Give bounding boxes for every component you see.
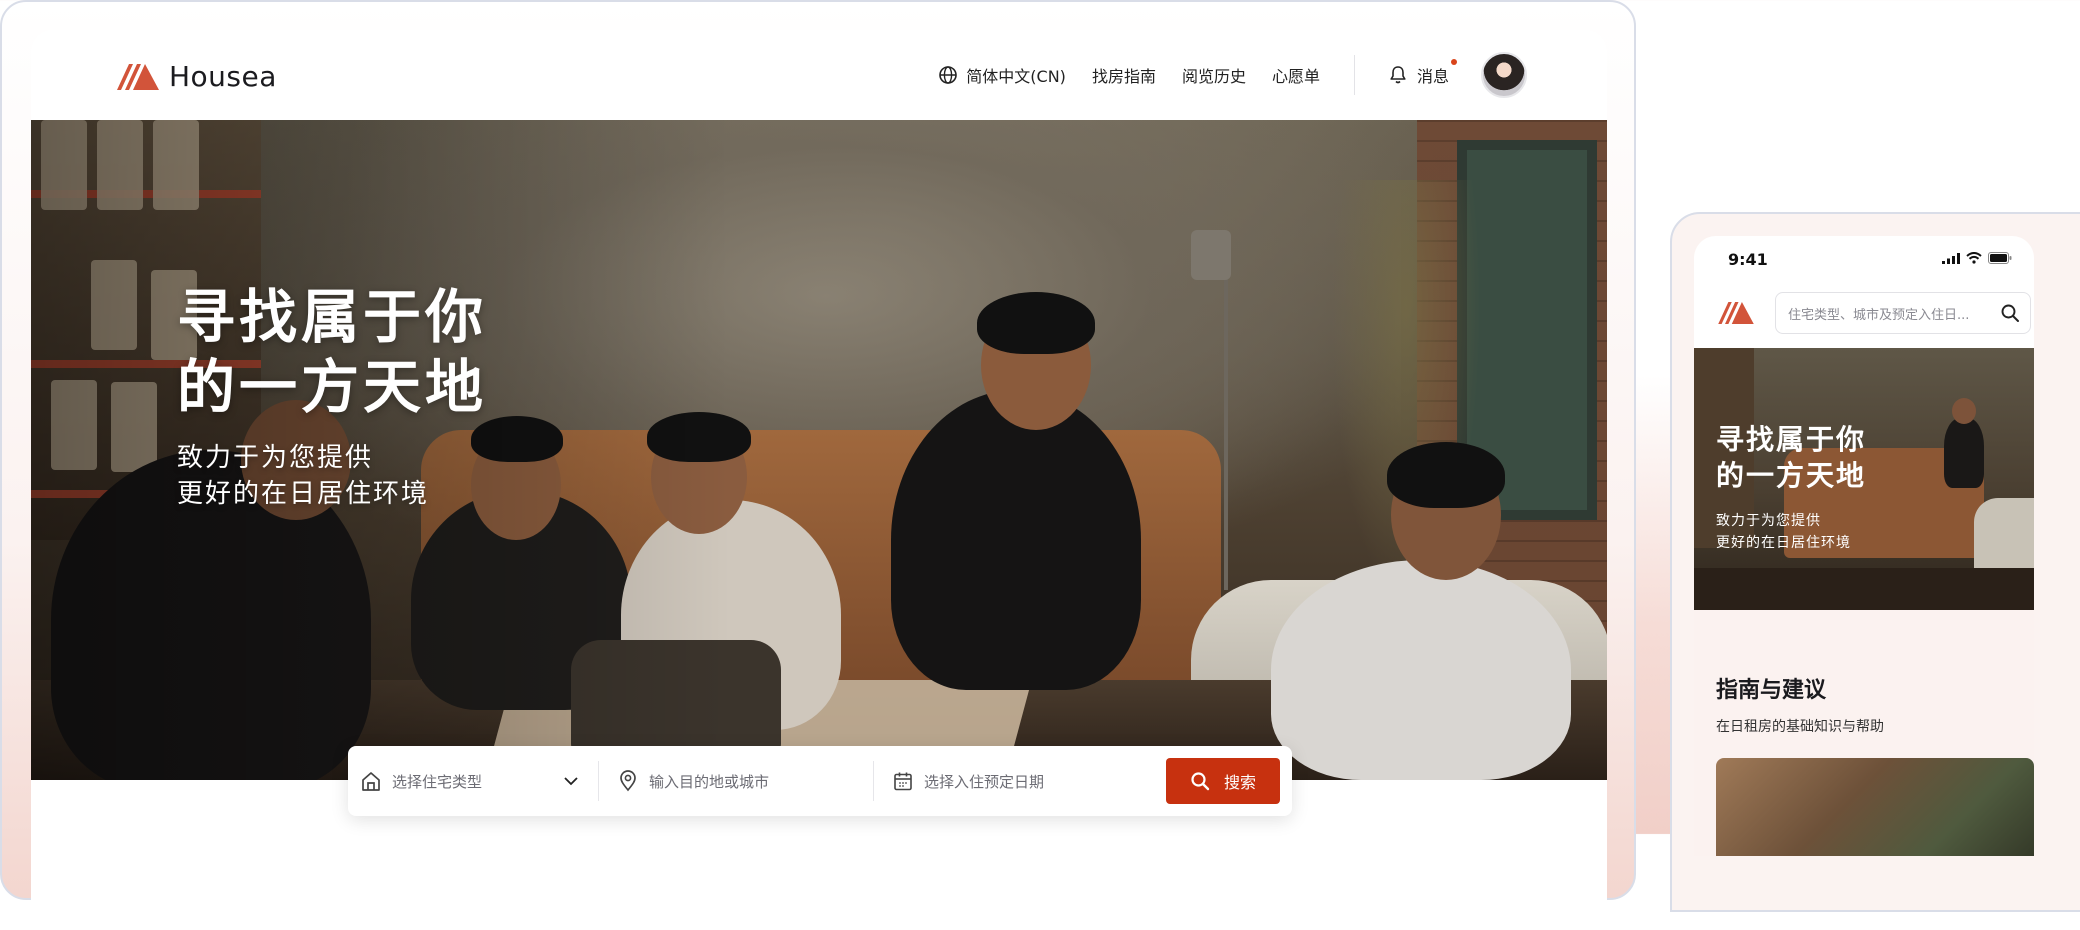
chevron-down-icon [564, 777, 578, 786]
hero-subtitle: 致力于为您提供 更好的在日居住环境 [177, 443, 430, 509]
date-placeholder: 选择入住预定日期 [924, 772, 1045, 791]
battery-icon [1988, 252, 2012, 264]
mobile-hero-title: 寻找属于你 的一方天地 [1716, 423, 1867, 492]
top-navigation-bar: Housea 简体中文(CN) 找房指南 阅览历史 心愿单 消息 [31, 30, 1607, 120]
location-pin-icon [620, 770, 636, 792]
nav-guide-link[interactable]: 找房指南 [1092, 63, 1156, 87]
hero-banner: 寻找属于你 的一方天地 致力于为您提供 更好的在日居住环境 [31, 120, 1607, 780]
search-separator [873, 761, 874, 801]
search-icon [1191, 772, 1210, 791]
nav-wishlist-link[interactable]: 心愿单 [1272, 63, 1320, 87]
search-button-label: 搜索 [1223, 773, 1256, 792]
signal-icon [1942, 252, 1960, 264]
globe-icon [939, 66, 958, 84]
nav-history-link[interactable]: 阅览历史 [1182, 63, 1246, 87]
user-avatar[interactable] [1481, 52, 1527, 98]
nav-divider [1353, 55, 1355, 95]
search-icon [2001, 304, 2019, 322]
hero-title: 寻找属于你 的一方天地 [177, 283, 488, 421]
main-nav: 简体中文(CN) 找房指南 阅览历史 心愿单 消息 [912, 30, 1527, 120]
mobile-search-placeholder: 住宅类型、城市及预定入住日... [1788, 307, 1970, 323]
destination-placeholder: 输入目的地或城市 [649, 772, 770, 791]
mobile-search-input[interactable]: 住宅类型、城市及预定入住日... [1775, 292, 2031, 334]
guide-section-title: 指南与建议 [1716, 678, 1827, 703]
brand-logo[interactable]: Housea [117, 60, 277, 93]
guide-section: 指南与建议 在日租房的基础知识与帮助 [1694, 610, 2034, 856]
guide-card-image[interactable] [1716, 758, 2034, 856]
mobile-hero-subtitle: 致力于为您提供 更好的在日居住环境 [1716, 513, 1851, 551]
property-type-select[interactable]: 选择住宅类型 [360, 757, 580, 805]
mobile-status-bar: 9:41 [1694, 236, 2034, 276]
notification-dot [1451, 59, 1457, 65]
search-separator [598, 761, 599, 801]
destination-input[interactable]: 输入目的地或城市 [617, 757, 855, 805]
messages-button[interactable]: 消息 [1389, 59, 1457, 87]
property-type-placeholder: 选择住宅类型 [392, 772, 483, 791]
brand-name: Housea [169, 60, 277, 93]
status-time: 9:41 [1728, 250, 1768, 269]
mobile-logo-icon[interactable] [1718, 302, 1754, 324]
house-icon [362, 772, 380, 791]
hero-photo-lamp [1191, 230, 1231, 280]
calendar-icon [894, 772, 912, 791]
wifi-icon [1966, 252, 1982, 264]
mobile-screen: 9:41 住宅类型、城市及预定入住日... 寻找属于你 的一方天地 致力于为您提… [1694, 236, 2034, 856]
language-label: 简体中文(CN) [966, 67, 1066, 86]
search-bar: 选择住宅类型 输入目的地或城市 选择入住预定日期 搜索 [348, 746, 1292, 816]
bell-icon [1390, 66, 1406, 84]
messages-label: 消息 [1416, 67, 1449, 86]
guide-section-subtitle: 在日租房的基础知识与帮助 [1716, 719, 1884, 735]
search-button[interactable]: 搜索 [1166, 758, 1280, 804]
mobile-hero-banner: 寻找属于你 的一方天地 致力于为您提供 更好的在日居住环境 [1694, 348, 2034, 610]
language-selector[interactable]: 简体中文(CN) [938, 63, 1066, 87]
date-picker[interactable]: 选择入住预定日期 [892, 757, 1142, 805]
logo-icon [117, 63, 159, 90]
